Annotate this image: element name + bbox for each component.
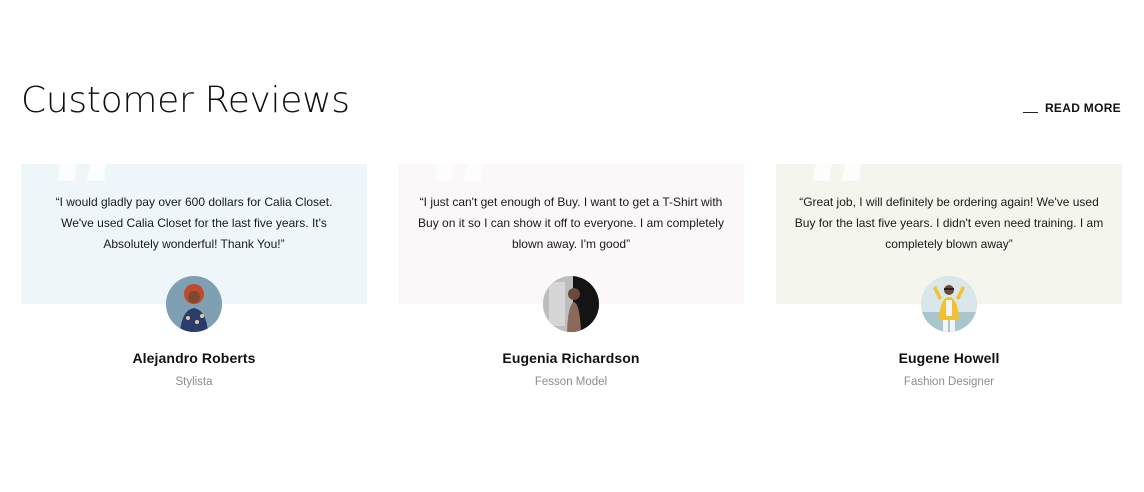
review-card: “ “Great job, I will definitely be order… (776, 164, 1122, 396)
page-title: Customer Reviews (21, 80, 350, 121)
review-quote: “I would gladly pay over 600 dollars for… (55, 195, 333, 251)
review-quote: “I just can't get enough of Buy. I want … (418, 195, 724, 251)
dash-icon (1022, 111, 1038, 113)
review-card: “ “I just can't get enough of Buy. I wan… (398, 164, 744, 396)
review-quote: “Great job, I will definitely be orderin… (794, 195, 1104, 251)
avatar (921, 276, 977, 332)
reviews-header: Customer Reviews READ MORE (21, 78, 1121, 126)
author-name: Eugene Howell (898, 350, 1000, 366)
author-name: Eugenia Richardson (502, 350, 640, 366)
review-card: “ “I would gladly pay over 600 dollars f… (21, 164, 367, 396)
author-role: Fashion Designer (903, 376, 995, 388)
read-more-link[interactable]: READ MORE (1022, 100, 1121, 116)
author-name: Alejandro Roberts (132, 350, 256, 366)
author-role: Fesson Model (534, 376, 608, 388)
author-role: Stylista (175, 376, 213, 388)
avatar (543, 276, 599, 332)
avatar (166, 276, 222, 332)
read-more-label: READ MORE (1044, 101, 1121, 115)
